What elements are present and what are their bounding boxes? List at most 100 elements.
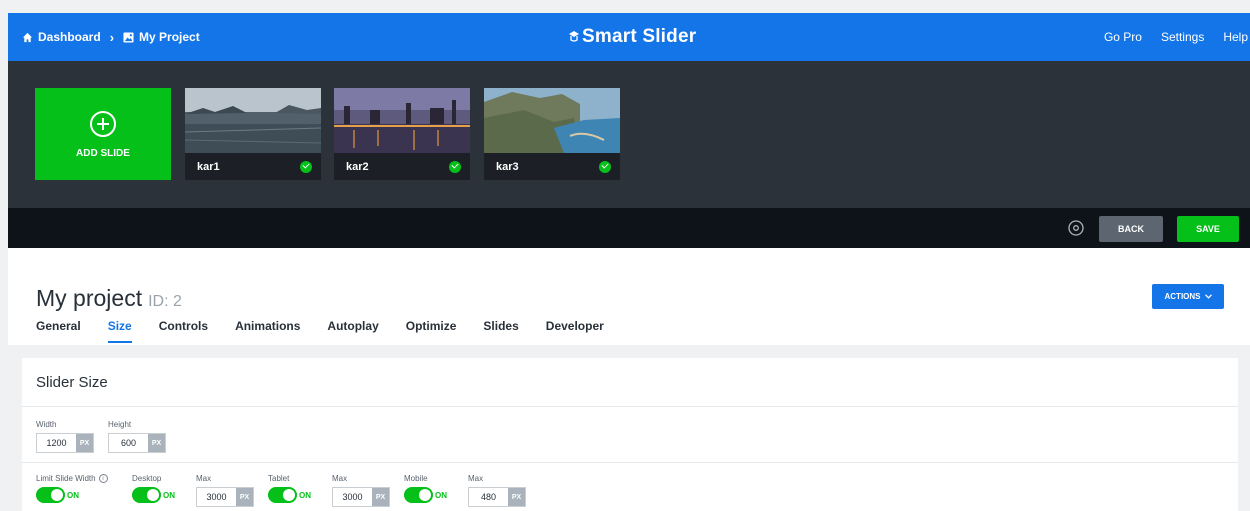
tab-autoplay[interactable]: Autoplay	[327, 319, 378, 343]
tab-size[interactable]: Size	[107, 319, 132, 343]
tablet-max-unit: PX	[372, 488, 389, 506]
height-field: Height 600 PX	[108, 420, 166, 453]
slide-thumbnail	[185, 88, 321, 153]
graduation-cap-icon	[569, 31, 579, 42]
slide-card[interactable]: kar1	[185, 88, 321, 180]
tablet-max-input[interactable]: 3000 PX	[332, 487, 390, 507]
breadcrumb-project-label: My Project	[139, 30, 200, 44]
slider-size-panel: Slider Size Width 1200 PX Height 600 PX …	[22, 358, 1238, 511]
desktop-max-field: Max 3000 PX	[196, 474, 254, 507]
breadcrumb-dashboard[interactable]: Dashboard	[22, 30, 101, 44]
breadcrumb-project[interactable]: My Project	[123, 30, 200, 44]
slide-name: kar2	[346, 161, 369, 173]
nav-go-pro[interactable]: Go Pro	[1104, 30, 1142, 44]
toggle-state: ON	[435, 490, 447, 500]
tablet-toggle[interactable]: ON	[268, 487, 311, 503]
page-title: My project ID: 2	[36, 285, 182, 312]
tablet-label: Tablet	[268, 474, 290, 483]
mobile-toggle[interactable]: ON	[404, 487, 447, 503]
slides-area: ADD SLIDE kar1 kar2 kar3	[8, 61, 1250, 208]
tab-optimize[interactable]: Optimize	[406, 319, 457, 343]
check-circle-icon	[300, 161, 312, 173]
project-id: ID: 2	[148, 293, 182, 310]
mobile-max-input[interactable]: 480 PX	[468, 487, 526, 507]
info-icon[interactable]: i	[98, 474, 108, 483]
limit-slide-width-label-row: Limit Slide Width i	[36, 474, 108, 483]
check-circle-icon	[599, 161, 611, 173]
brand-logo: Smart Slider	[568, 13, 696, 61]
toggle-switch	[268, 487, 297, 503]
tab-animations[interactable]: Animations	[235, 319, 300, 343]
divider	[22, 462, 1238, 463]
slide-name: kar1	[197, 161, 220, 173]
tablet-max-value: 3000	[342, 492, 363, 502]
project-header: My project ID: 2 ACTIONS General Size Con…	[8, 248, 1250, 345]
toggle-state: ON	[163, 490, 175, 500]
width-value: 1200	[46, 438, 67, 448]
mobile-max-value: 480	[480, 492, 497, 502]
toggle-switch	[404, 487, 433, 503]
slide-thumbnail	[334, 88, 470, 153]
check-circle-icon	[449, 161, 461, 173]
add-slide-label: ADD SLIDE	[76, 147, 130, 159]
desktop-max-input[interactable]: 3000 PX	[196, 487, 254, 507]
mobile-max-unit: PX	[508, 488, 525, 506]
slide-card[interactable]: kar3	[484, 88, 620, 180]
tab-controls[interactable]: Controls	[159, 319, 208, 343]
top-bar: Dashboard › My Project Smart Slider Go P…	[8, 13, 1250, 61]
top-nav: Go Pro Settings Help	[1085, 13, 1248, 61]
desktop-max-unit: PX	[236, 488, 253, 506]
width-field: Width 1200 PX	[36, 420, 94, 453]
limit-slide-width-toggle[interactable]: ON	[36, 487, 108, 503]
toggle-switch	[132, 487, 161, 503]
tab-general[interactable]: General	[36, 319, 81, 343]
brand-name: Smart Slider	[582, 26, 697, 47]
back-button[interactable]: BACK	[1099, 216, 1163, 242]
slide-card[interactable]: kar2	[334, 88, 470, 180]
tablet-field: Tablet ON	[268, 474, 311, 503]
tab-developer[interactable]: Developer	[546, 319, 604, 343]
mobile-max-label: Max	[468, 474, 484, 483]
chevron-right-icon: ›	[109, 29, 115, 45]
slide-name: kar3	[496, 161, 519, 173]
page: Dashboard › My Project Smart Slider Go P…	[0, 0, 1250, 511]
height-label: Height	[108, 420, 132, 429]
tablet-max-label: Max	[332, 474, 348, 483]
toggle-state: ON	[299, 490, 311, 500]
save-button[interactable]: SAVE	[1177, 216, 1239, 242]
tab-bar: General Size Controls Animations Autopla…	[36, 319, 631, 343]
actions-dropdown-button[interactable]: ACTIONS	[1152, 284, 1224, 309]
chevron-down-icon	[1204, 294, 1212, 299]
nav-help[interactable]: Help	[1223, 30, 1248, 44]
width-input[interactable]: 1200 PX	[36, 433, 94, 453]
desktop-max-value: 3000	[206, 492, 227, 502]
nav-settings[interactable]: Settings	[1161, 30, 1204, 44]
toggle-state: ON	[67, 490, 79, 500]
width-label: Width	[36, 420, 57, 429]
tablet-max-field: Max 3000 PX	[332, 474, 390, 507]
width-unit: PX	[76, 434, 93, 452]
eye-icon[interactable]	[1068, 220, 1084, 236]
desktop-max-label: Max	[196, 474, 212, 483]
tab-slides[interactable]: Slides	[483, 319, 518, 343]
height-unit: PX	[148, 434, 165, 452]
desktop-toggle[interactable]: ON	[132, 487, 175, 503]
plus-circle-icon	[90, 110, 116, 137]
desktop-label: Desktop	[132, 474, 162, 483]
project-title: My project	[36, 285, 143, 311]
toggle-switch	[36, 487, 65, 503]
limit-slide-width-label: Limit Slide Width	[36, 474, 96, 483]
slide-thumbnail	[484, 88, 620, 153]
breadcrumb-dashboard-label: Dashboard	[38, 30, 101, 44]
desktop-field: Desktop ON	[132, 474, 175, 503]
limit-slide-width-field: Limit Slide Width i ON	[36, 474, 108, 503]
action-bar: BACK SAVE	[8, 208, 1250, 248]
actions-label: ACTIONS	[1164, 292, 1201, 301]
mobile-label: Mobile	[404, 474, 428, 483]
home-icon	[22, 32, 33, 42]
divider	[22, 406, 1238, 407]
height-input[interactable]: 600 PX	[108, 433, 166, 453]
add-slide-button[interactable]: ADD SLIDE	[35, 88, 171, 180]
breadcrumb: Dashboard › My Project	[22, 13, 200, 61]
height-value: 600	[120, 438, 137, 448]
